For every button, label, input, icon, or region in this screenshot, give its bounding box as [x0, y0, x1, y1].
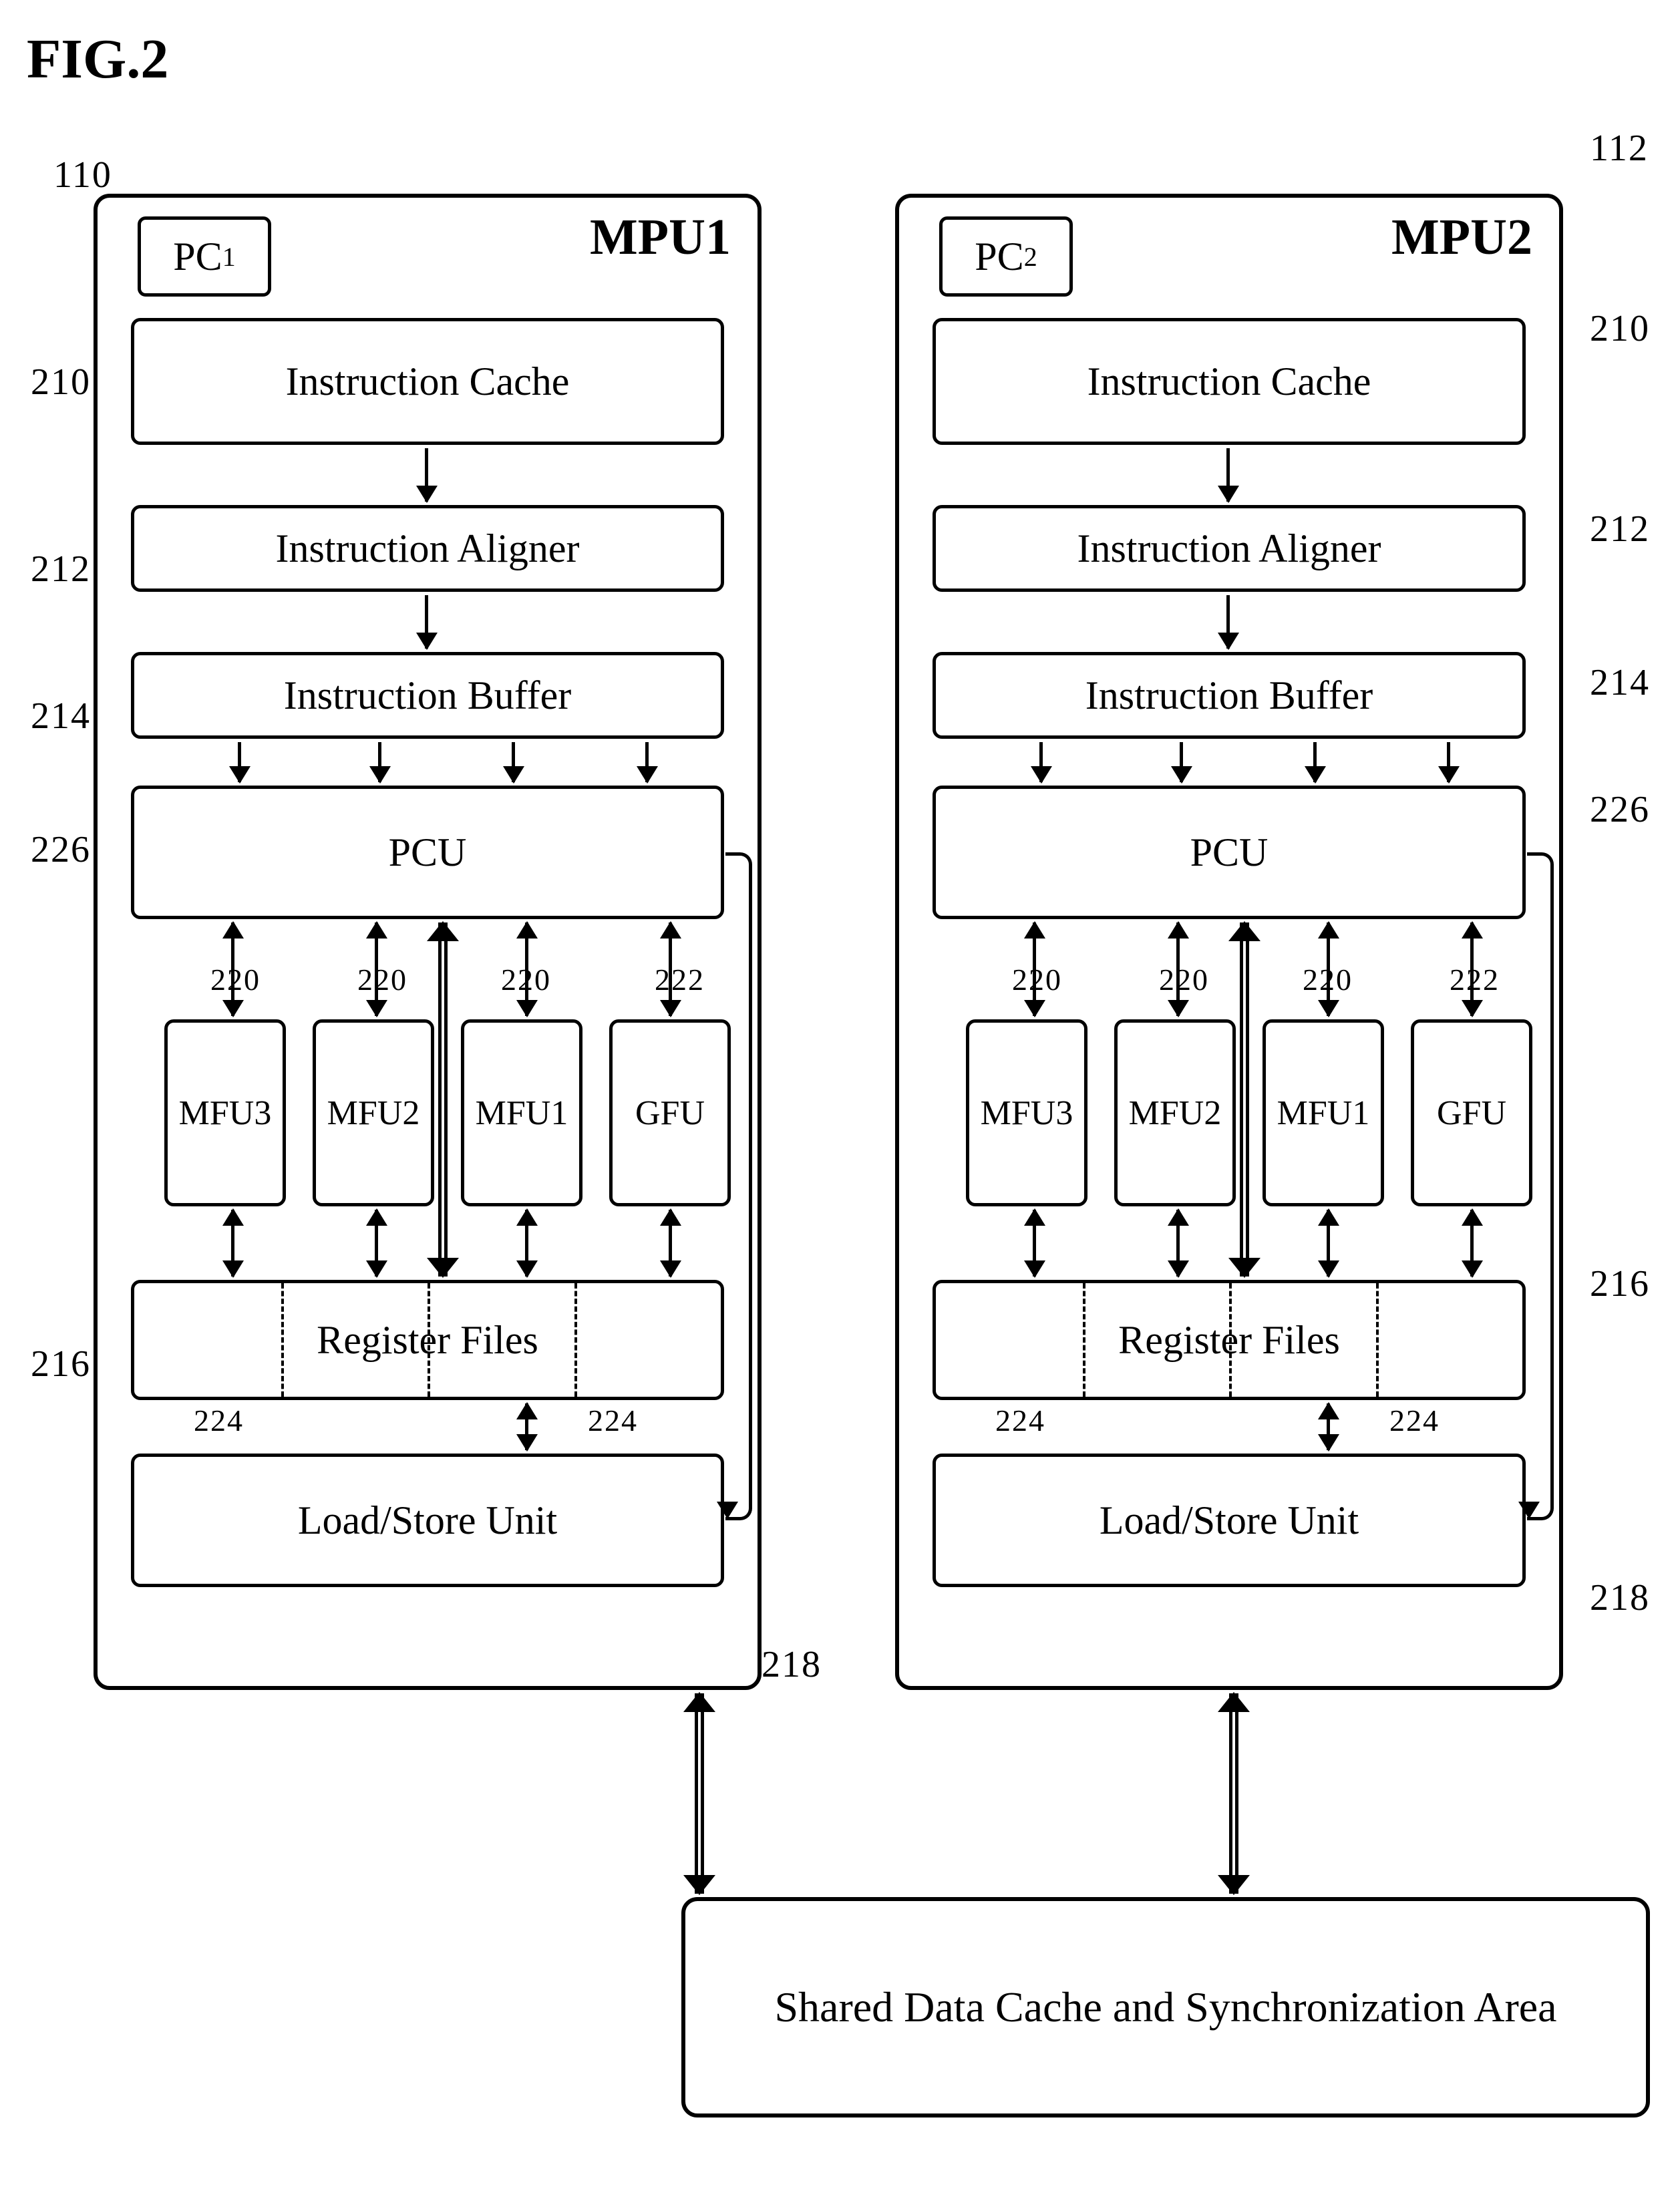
mpu2-load-store: Load/Store Unit [933, 1454, 1526, 1587]
mpu1-mfu1: MFU1 [461, 1019, 582, 1206]
mpu1-register-files: Register Files [131, 1280, 724, 1400]
rf-divider-icon [1229, 1283, 1232, 1397]
mpu2-register-files: Register Files [933, 1280, 1526, 1400]
arrow-down-icon [1313, 742, 1317, 782]
ref-220: 220 [1303, 962, 1353, 997]
mpu1-instruction-aligner: Instruction Aligner [131, 505, 724, 592]
mpu2-fu-row: MFU3 MFU2 MFU1 GFU [966, 1019, 1532, 1206]
ref-218: 218 [762, 1643, 822, 1686]
double-arrow-bi-icon [1229, 1693, 1238, 1894]
arrow-bi-icon [525, 1403, 528, 1450]
arrow-down-icon [1226, 448, 1230, 502]
arrow-down-icon [1447, 742, 1450, 782]
rf-divider-icon [281, 1283, 284, 1397]
mpu1-block: MPU1 PC1 Instruction Cache Instruction A… [94, 194, 762, 1690]
arrow-down-icon [645, 742, 649, 782]
mpu1-mfu3: MFU3 [164, 1019, 286, 1206]
ref-214: 214 [31, 695, 91, 737]
ref-212: 212 [31, 548, 91, 590]
pc2-sub: 2 [1024, 241, 1037, 273]
ref-210: 210 [31, 361, 91, 403]
ref-226: 226 [1590, 788, 1650, 831]
ref-222: 222 [655, 962, 705, 997]
pc2-label: PC [975, 234, 1023, 280]
ref-218: 218 [1590, 1576, 1650, 1619]
rf-divider-icon [428, 1283, 430, 1397]
mpu2-pcu: PCU [933, 786, 1526, 919]
mpu1-instruction-buffer: Instruction Buffer [131, 652, 724, 739]
mpu1-load-store: Load/Store Unit [131, 1454, 724, 1587]
arrow-down-icon [238, 742, 241, 782]
double-arrow-bi-icon [695, 1693, 704, 1894]
ref-110: 110 [53, 154, 112, 196]
arrow-bi-icon [1327, 1210, 1330, 1277]
pc1-sub: 1 [222, 241, 236, 273]
mpu1-gfu: GFU [609, 1019, 731, 1206]
arrow-down-icon [1039, 742, 1043, 782]
arrow-down-icon [1180, 742, 1183, 782]
ref-224: 224 [194, 1403, 244, 1438]
arrow-down-icon [725, 1517, 729, 1518]
figure-label: FIG.2 [27, 27, 168, 92]
ref-212: 212 [1590, 508, 1650, 550]
mpu1-title: MPU1 [590, 208, 731, 267]
ref-220: 220 [1012, 962, 1062, 997]
ref-112: 112 [1590, 127, 1649, 170]
double-arrow-bi-icon [438, 922, 448, 1277]
mpu2-block: MPU2 PC2 Instruction Cache Instruction A… [895, 194, 1563, 1690]
arrow-bi-icon [375, 1210, 378, 1277]
mpu2-instruction-buffer: Instruction Buffer [933, 652, 1526, 739]
mpu2-mfu1: MFU1 [1263, 1019, 1384, 1206]
mpu1-mfu2: MFU2 [313, 1019, 434, 1206]
mpu1-instruction-cache: Instruction Cache [131, 318, 724, 445]
ref-210: 210 [1590, 307, 1650, 350]
double-arrow-bi-icon [1240, 922, 1249, 1277]
ref-226: 226 [31, 828, 91, 871]
feedback-line-icon [1527, 852, 1554, 1520]
pc1-label: PC [173, 234, 222, 280]
ref-222: 222 [1450, 962, 1500, 997]
arrow-bi-icon [231, 1210, 234, 1277]
arrow-bi-icon [1176, 1210, 1180, 1277]
rf-divider-icon [1083, 1283, 1085, 1397]
mpu2-mfu3: MFU3 [966, 1019, 1087, 1206]
mpu2-gfu: GFU [1411, 1019, 1532, 1206]
mpu1-fu-row: MFU3 MFU2 MFU1 GFU [164, 1019, 731, 1206]
arrow-down-icon [512, 742, 515, 782]
rf-divider-icon [574, 1283, 577, 1397]
mpu2-mfu2: MFU2 [1114, 1019, 1236, 1206]
mpu1-pcu: PCU [131, 786, 724, 919]
arrow-bi-icon [1327, 1403, 1330, 1450]
ref-224: 224 [995, 1403, 1045, 1438]
arrow-bi-icon [525, 1210, 528, 1277]
arrow-bi-icon [1470, 1210, 1474, 1277]
ref-224: 224 [588, 1403, 638, 1438]
ref-220: 220 [501, 962, 551, 997]
arrow-down-icon [425, 595, 428, 649]
arrow-down-icon [1527, 1517, 1530, 1518]
ref-220: 220 [210, 962, 261, 997]
mpu2-instruction-aligner: Instruction Aligner [933, 505, 1526, 592]
arrow-down-icon [425, 448, 428, 502]
mpu2-title: MPU2 [1391, 208, 1532, 267]
arrow-down-icon [1226, 595, 1230, 649]
arrow-bi-icon [669, 1210, 672, 1277]
shared-cache-block: Shared Data Cache and Synchronization Ar… [681, 1897, 1650, 2117]
ref-224: 224 [1389, 1403, 1440, 1438]
rf-divider-icon [1376, 1283, 1379, 1397]
mpu2-instruction-cache: Instruction Cache [933, 318, 1526, 445]
figure-2: FIG.2 MPU1 PC1 Instruction Cache Instruc… [27, 27, 1653, 2178]
ref-220: 220 [357, 962, 407, 997]
arrow-down-icon [378, 742, 381, 782]
ref-220: 220 [1159, 962, 1209, 997]
ref-214: 214 [1590, 661, 1650, 704]
ref-216: 216 [31, 1343, 91, 1385]
feedback-line-icon [725, 852, 752, 1520]
arrow-bi-icon [1033, 1210, 1036, 1277]
pc2-box: PC2 [939, 216, 1073, 297]
pc1-box: PC1 [138, 216, 271, 297]
ref-216: 216 [1590, 1262, 1650, 1305]
